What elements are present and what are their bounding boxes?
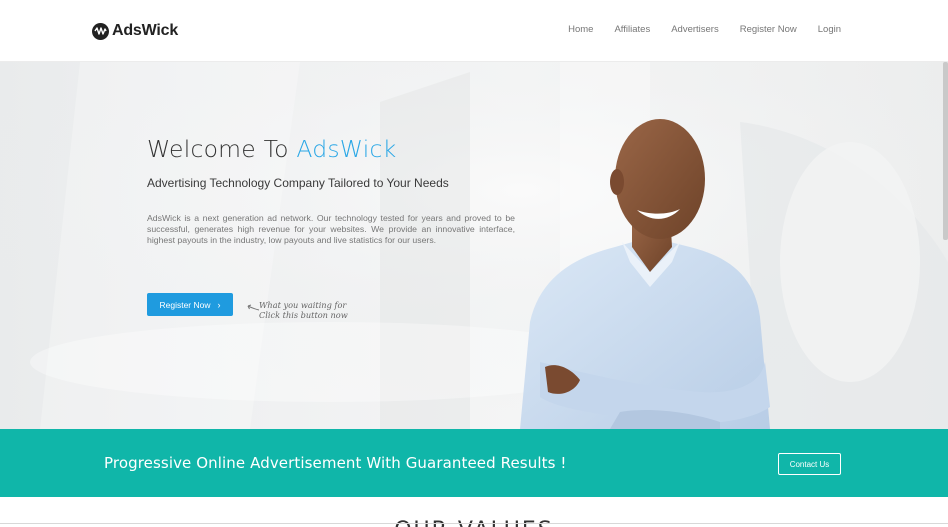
hero-title-accent: AdsWick xyxy=(296,135,397,163)
divider xyxy=(0,523,948,524)
hero-subtitle: Advertising Technology Company Tailored … xyxy=(147,176,449,190)
nav-register-now[interactable]: Register Now xyxy=(740,24,797,35)
hero-title-prefix: Welcome To xyxy=(147,135,297,163)
nav-login[interactable]: Login xyxy=(818,24,841,35)
nav-home[interactable]: Home xyxy=(568,24,593,35)
nav-advertisers[interactable]: Advertisers xyxy=(671,24,719,35)
contact-us-button[interactable]: Contact Us xyxy=(778,453,841,475)
main-nav: Home Affiliates Advertisers Register Now… xyxy=(547,24,841,35)
arrow-left-icon xyxy=(247,304,260,311)
handwritten-hint: What you waiting for Click this button n… xyxy=(259,300,348,320)
values-section: OUR VALUES xyxy=(0,497,948,527)
hero-title: Welcome To AdsWick xyxy=(147,135,396,163)
hint-line-1: What you waiting for xyxy=(259,300,347,310)
register-now-button[interactable]: Register Now › xyxy=(147,293,233,316)
scrollbar-thumb[interactable] xyxy=(943,62,948,240)
promo-band: Progressive Online Advertisement With Gu… xyxy=(0,429,948,497)
nav-affiliates[interactable]: Affiliates xyxy=(614,24,650,35)
page: AdsWick Home Affiliates Advertisers Regi… xyxy=(0,0,948,527)
register-now-label: Register Now xyxy=(159,299,211,310)
hero-description: AdsWick is a next generation ad network.… xyxy=(147,213,515,246)
chevron-right-icon: › xyxy=(217,299,221,310)
site-header: AdsWick Home Affiliates Advertisers Regi… xyxy=(0,0,948,62)
promo-band-text: Progressive Online Advertisement With Gu… xyxy=(104,454,567,472)
brand-logo[interactable]: AdsWick xyxy=(92,20,178,42)
hint-line-2: Click this button now xyxy=(259,310,348,320)
brand-name: AdsWick xyxy=(112,22,179,39)
hero-section: Welcome To AdsWick Advertising Technolog… xyxy=(0,62,948,429)
wave-icon xyxy=(92,22,109,40)
